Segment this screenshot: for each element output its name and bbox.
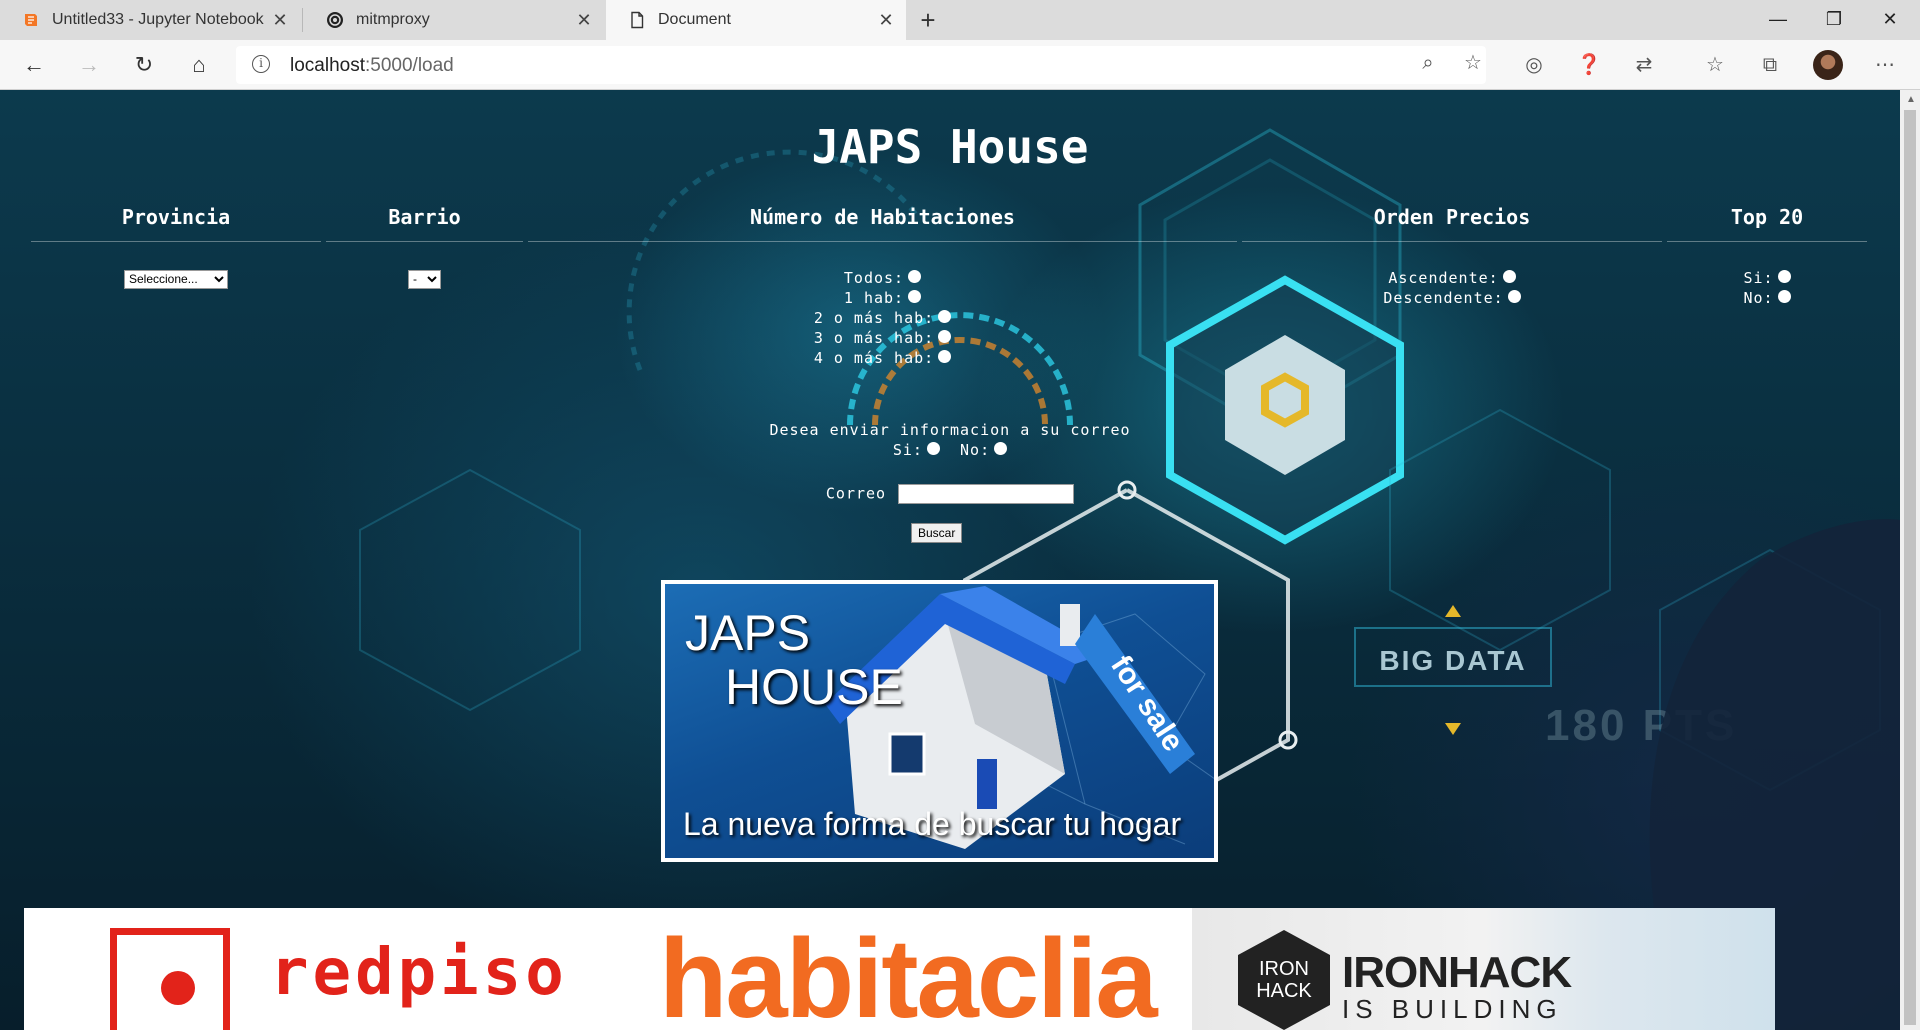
vertical-scrollbar[interactable]: ▲ <box>1900 90 1920 1030</box>
provincia-select[interactable]: Seleccione... <box>124 269 228 289</box>
page-icon <box>628 11 646 29</box>
correo-label: Correo <box>825 484 887 503</box>
url-host: localhost <box>290 55 365 76</box>
close-window-button[interactable]: ✕ <box>1862 0 1918 40</box>
close-icon[interactable]: ✕ <box>268 10 292 31</box>
radio-todos[interactable] <box>908 270 922 283</box>
ironhack-hex-icon: IRON HACK <box>1238 930 1330 1030</box>
back-arrow-icon[interactable]: ← <box>16 48 52 82</box>
banner-tagline: La nueva forma de buscar tu hogar <box>683 806 1182 842</box>
top20-option: Si: <box>1667 268 1867 288</box>
address-bar: ← → ↻ ⌂ i localhost:5000/load ⌕ ☆ ◎ ❓ ⇄ … <box>0 40 1920 90</box>
top20-option: No: <box>1667 288 1867 308</box>
barrio-header: Barrio <box>326 205 523 242</box>
refresh-icon[interactable]: ↻ <box>126 48 162 82</box>
profile-avatar[interactable] <box>1813 50 1843 80</box>
redpiso-logo-icon <box>110 928 230 1030</box>
partner-logos-strip: redpiso habitaclia IRON HACK IRONHACK IS … <box>24 908 1775 1030</box>
habitaclia-logo[interactable]: habitaclia <box>659 914 1158 1030</box>
habitaciones-header: Número de Habitaciones <box>528 205 1237 242</box>
habitaciones-option: Todos: <box>528 268 1237 288</box>
mail-no-label: No: <box>960 441 991 459</box>
url-field[interactable]: i localhost:5000/load ⌕ ☆ <box>236 46 1486 84</box>
top20-column: Top 20 Si: No: <box>1667 205 1867 308</box>
zoom-icon[interactable]: ⌕ <box>1411 46 1445 80</box>
tab-mitmproxy[interactable]: mitmproxy ✕ <box>304 0 604 40</box>
buscar-button[interactable]: Buscar <box>911 523 963 543</box>
url-path: :5000/load <box>365 55 454 76</box>
banner-logo: JAPS HOUSE <box>685 605 903 715</box>
radio-4-hab[interactable] <box>938 350 952 363</box>
radio-ascendente[interactable] <box>1502 270 1516 283</box>
page-title: JAPS House <box>811 120 1089 174</box>
radio-1-hab[interactable] <box>908 290 922 303</box>
radio-top20-no[interactable] <box>1777 290 1791 303</box>
score-text: 180 PTS <box>1545 701 1737 750</box>
share-icon[interactable]: ⇄ <box>1627 48 1661 82</box>
favorites-icon[interactable]: ☆ <box>1698 48 1732 82</box>
extension-icon[interactable]: ◎ <box>1517 48 1551 82</box>
habitaciones-option: 4 o más hab: <box>528 348 1237 368</box>
new-tab-button[interactable]: + <box>912 4 944 36</box>
home-icon[interactable]: ⌂ <box>181 48 217 82</box>
jupyter-icon <box>22 11 40 29</box>
scroll-up-arrow-icon[interactable]: ▲ <box>1906 94 1916 105</box>
tab-separator <box>302 8 303 32</box>
forward-arrow-icon[interactable]: → <box>71 48 107 82</box>
scroll-thumb[interactable] <box>1904 110 1916 1025</box>
redpiso-logo[interactable]: redpiso <box>270 936 568 1010</box>
habitaciones-option: 3 o más hab: <box>528 328 1237 348</box>
mail-yes-label: Si: <box>892 441 923 459</box>
tab-bar: Untitled33 - Jupyter Notebook ✕ mitmprox… <box>0 0 1920 40</box>
correo-row: Correo <box>0 484 1900 504</box>
collections-icon[interactable]: ⧉ <box>1753 48 1787 82</box>
orden-precios-header: Orden Precios <box>1242 205 1662 242</box>
orden-option: Descendente: <box>1242 288 1662 308</box>
orden-precios-column: Orden Precios Ascendente: Descendente: <box>1242 205 1662 308</box>
big-data-text: BIG DATA <box>1379 645 1526 676</box>
provincia-column: Provincia Seleccione... <box>31 205 321 289</box>
mitmproxy-icon <box>326 11 344 29</box>
mail-block: Desea enviar informacion a su correo Si:… <box>0 420 1900 460</box>
radio-2-hab[interactable] <box>938 310 952 323</box>
radio-3-hab[interactable] <box>938 330 952 343</box>
barrio-select[interactable]: - <box>408 269 441 289</box>
help-icon[interactable]: ❓ <box>1572 48 1606 82</box>
barrio-column: Barrio - <box>326 205 523 289</box>
radio-mail-no[interactable] <box>994 442 1008 455</box>
top20-header: Top 20 <box>1667 205 1867 242</box>
radio-top20-si[interactable] <box>1777 270 1791 283</box>
tab-jupyter[interactable]: Untitled33 - Jupyter Notebook ✕ <box>0 0 300 40</box>
mail-question: Desea enviar informacion a su correo <box>769 421 1131 439</box>
more-menu-icon[interactable]: ⋯ <box>1868 48 1902 82</box>
close-icon[interactable]: ✕ <box>572 10 596 31</box>
habitaciones-option: 2 o más hab: <box>528 308 1237 328</box>
minimize-button[interactable]: — <box>1750 0 1806 40</box>
provincia-header: Provincia <box>31 205 321 242</box>
radio-mail-si[interactable] <box>926 442 940 455</box>
url-text: localhost:5000/load <box>290 55 454 77</box>
close-icon[interactable]: ✕ <box>874 10 898 31</box>
habitaciones-column: Número de Habitaciones Todos: 1 hab: 2 o… <box>528 205 1237 368</box>
tab-document[interactable]: Document ✕ <box>606 0 906 40</box>
correo-input[interactable] <box>898 484 1075 504</box>
ironhack-logo[interactable]: IRON HACK IRONHACK IS BUILDING <box>1192 908 1775 1030</box>
habitaciones-option: 1 hab: <box>528 288 1237 308</box>
japs-house-banner: for sale JAPS HOUSE La nueva forma de bu… <box>661 580 1218 862</box>
favorite-star-icon[interactable]: ☆ <box>1456 46 1490 80</box>
restore-button[interactable]: ❐ <box>1806 0 1862 40</box>
page-viewport: BIG DATA 180 PTS JAPS House Provincia Se… <box>0 90 1900 1030</box>
radio-descendente[interactable] <box>1507 290 1521 303</box>
info-icon[interactable]: i <box>252 55 270 73</box>
orden-option: Ascendente: <box>1242 268 1662 288</box>
